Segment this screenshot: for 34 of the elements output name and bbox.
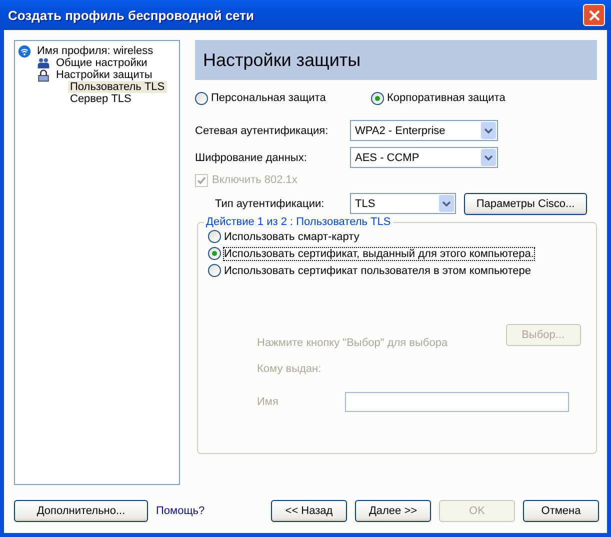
close-button[interactable] <box>583 4 605 26</box>
tree-item[interactable]: Сервер TLS <box>68 93 134 105</box>
issued-to-label: Кому выдан: <box>256 363 322 375</box>
tree-item[interactable]: Общие настройки <box>54 57 150 69</box>
check-icon <box>197 176 206 184</box>
field-label: Тип аутентификации: <box>214 198 326 210</box>
dropdown[interactable]: AES - CCMP <box>350 147 498 168</box>
radio-option[interactable]: Персональная защита <box>195 90 371 106</box>
advanced-button[interactable]: Дополнительно... <box>14 500 148 522</box>
dropdown[interactable]: WPA2 - Enterprise <box>350 120 498 141</box>
page-header: Настройки защиты <box>195 40 597 80</box>
close-icon <box>588 8 600 22</box>
wireless-icon <box>18 44 31 58</box>
hint-text: Нажмите кнопку "Выбор" для выбора <box>257 337 448 349</box>
field-label: Шифрование данных: <box>195 152 308 164</box>
dialog-button[interactable]: Далее >> <box>355 500 431 522</box>
dialog-button[interactable]: Отмена <box>523 500 599 522</box>
window-title: Создать профиль беспроводной сети <box>8 8 255 22</box>
cisco-parameters-button[interactable]: Параметры Cisco... <box>464 192 587 214</box>
radio-option[interactable]: Использовать сертификат пользователя в этом компьютере <box>208 262 596 279</box>
name-label: Имя <box>257 396 280 408</box>
tree-item[interactable]: Настройки защиты <box>54 69 154 81</box>
radio-option[interactable]: Корпоративная защита <box>371 90 506 106</box>
dropdown[interactable]: TLS <box>350 193 456 214</box>
tree-item[interactable]: Имя профиля: wireless <box>35 45 156 57</box>
group-title: Действие 1 из 2 : Пользователь TLS <box>205 216 392 228</box>
dialog-button[interactable]: << Назад <box>271 500 347 522</box>
lock-icon <box>37 68 50 82</box>
radio-option[interactable]: Использовать сертификат, выданный для этого компьютера. <box>208 245 596 262</box>
tree-item[interactable]: Пользователь TLS <box>68 81 167 93</box>
field-label: Сетевая аутентификация: <box>195 124 330 136</box>
help-link[interactable]: Помощь? <box>156 505 205 517</box>
radio-option[interactable]: Использовать смарт-карту <box>208 228 596 245</box>
users-icon <box>37 56 50 70</box>
